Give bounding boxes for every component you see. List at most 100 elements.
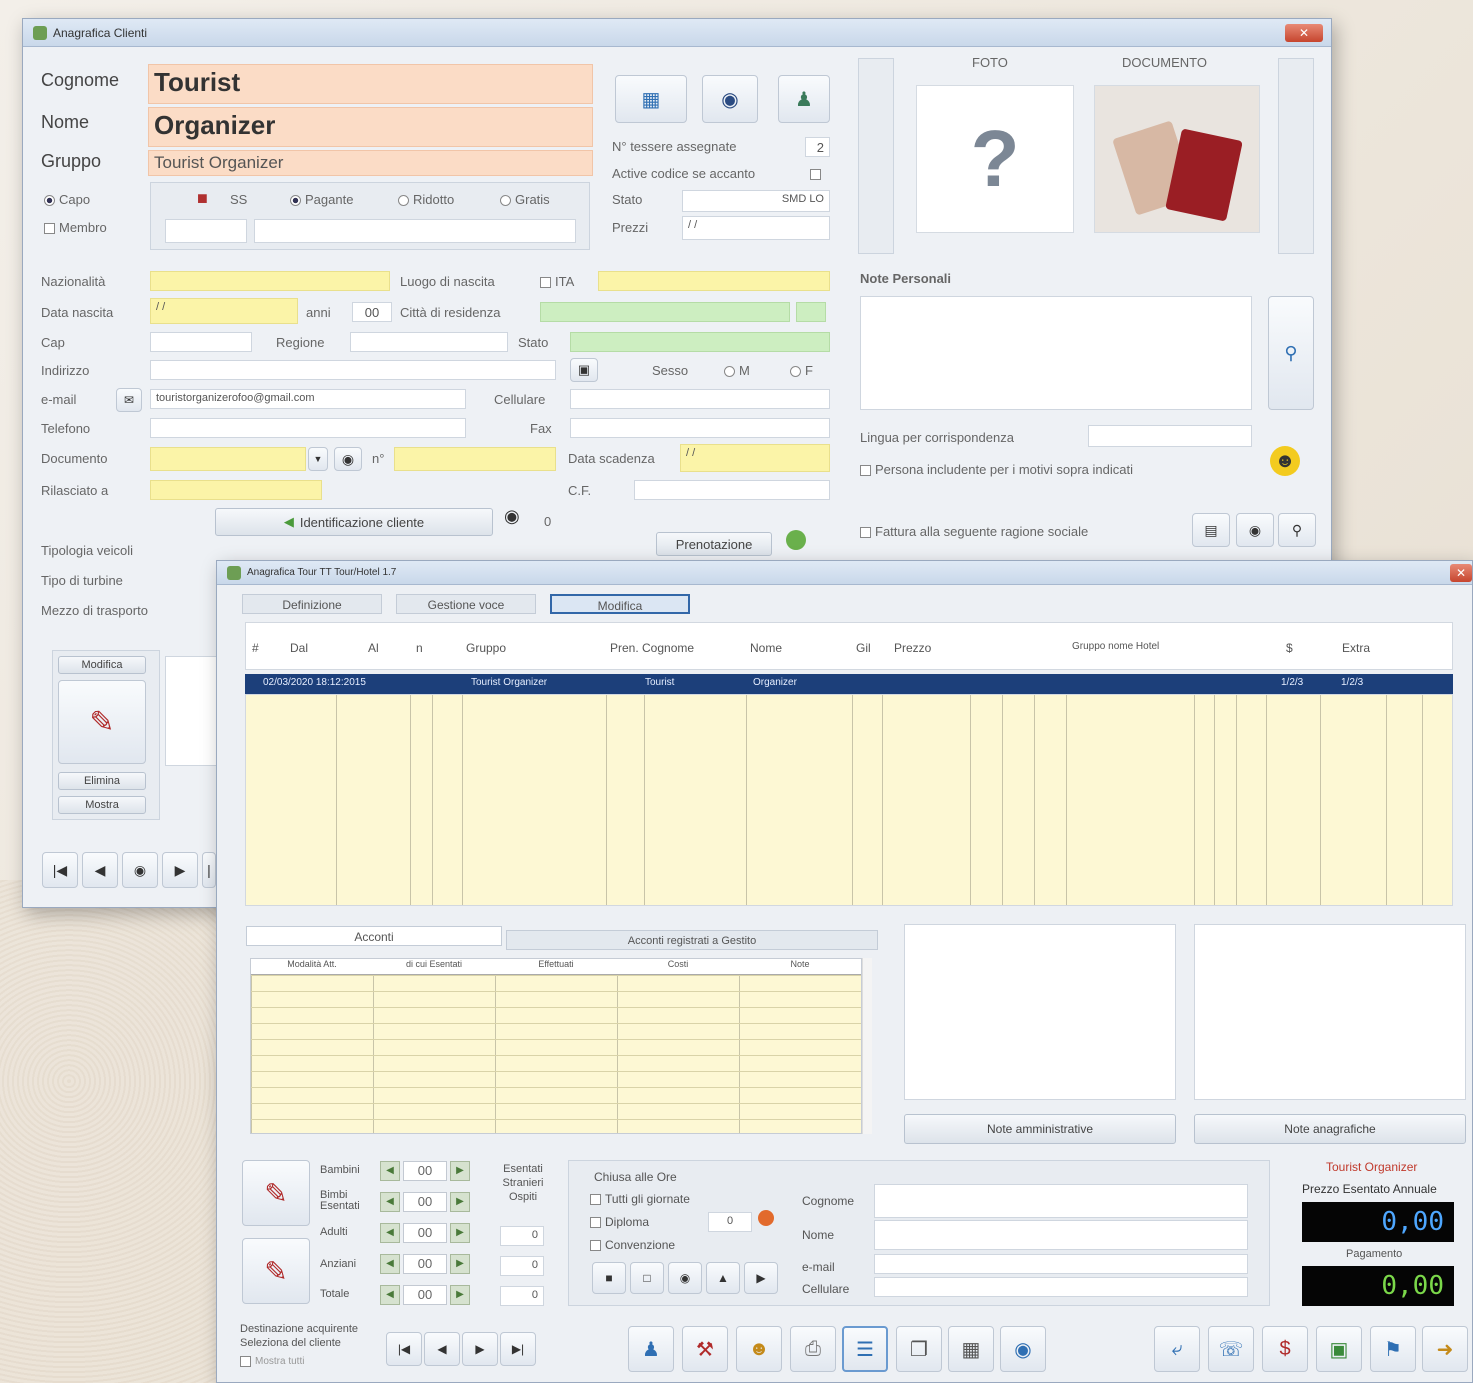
- opt-tool-4[interactable]: ▲: [706, 1262, 740, 1294]
- note-personali-textarea[interactable]: [860, 296, 1252, 410]
- eye-small-icon[interactable]: ◉: [504, 506, 520, 527]
- last-record-icon[interactable]: |: [202, 852, 216, 888]
- dropdown-arrow-icon[interactable]: ▼: [308, 447, 328, 471]
- note-amministrative-button[interactable]: Note amministrative: [904, 1114, 1176, 1144]
- side-value-1[interactable]: 0: [500, 1226, 544, 1246]
- modifica-button[interactable]: Modifica: [58, 656, 146, 674]
- tab-gestione[interactable]: Gestione voce: [396, 594, 536, 614]
- ita-checkbox[interactable]: ITA: [540, 274, 574, 289]
- find-record-icon[interactable]: ◉: [122, 852, 158, 888]
- close-button[interactable]: ✕: [1285, 24, 1323, 42]
- photo-placeholder-icon[interactable]: ?: [916, 85, 1074, 233]
- nazionalita-field[interactable]: [150, 271, 390, 291]
- contact-nome-field[interactable]: [874, 1220, 1248, 1250]
- signature-icon-1[interactable]: ✎: [242, 1160, 310, 1226]
- toolbar-users-icon[interactable]: ♟: [628, 1326, 674, 1372]
- col-index[interactable]: #: [252, 641, 259, 655]
- fax-field[interactable]: [570, 418, 830, 438]
- sesso-f-radio[interactable]: F: [790, 363, 813, 378]
- trattamenti-field[interactable]: [165, 656, 220, 766]
- col-gil[interactable]: Gil: [856, 641, 871, 655]
- note-anagrafiche-area[interactable]: [1194, 924, 1466, 1100]
- gratis-option[interactable]: Gratis: [500, 192, 550, 207]
- cf-field[interactable]: [634, 480, 830, 500]
- gruppo-field[interactable]: Tourist Organizer: [148, 150, 593, 176]
- telefono-field[interactable]: [150, 418, 466, 438]
- contact-cognome-field[interactable]: [874, 1184, 1248, 1218]
- identificazione-button[interactable]: ◀ Identificazione cliente: [215, 508, 493, 536]
- users-icon[interactable]: ♟: [778, 75, 830, 123]
- n-tessere-field[interactable]: 2: [805, 137, 830, 157]
- toolbar-tools-icon[interactable]: ⚒: [682, 1326, 728, 1372]
- cognome-field[interactable]: Tourist: [148, 64, 593, 104]
- toolbar-cash-icon[interactable]: ▣: [1316, 1326, 1362, 1372]
- col-gruppo-hotel[interactable]: Gruppo nome Hotel: [1072, 641, 1159, 652]
- cellulare-field[interactable]: [570, 389, 830, 409]
- toolbar-money-icon[interactable]: $: [1262, 1326, 1308, 1372]
- refresh-icon[interactable]: [758, 1210, 774, 1226]
- signature-icon-2[interactable]: ✎: [242, 1238, 310, 1304]
- contact-cellulare-field[interactable]: [874, 1277, 1248, 1297]
- binoculars-icon[interactable]: ◉: [334, 447, 362, 471]
- tab-definizione[interactable]: Definizione: [242, 594, 382, 614]
- opt-check-2[interactable]: Diploma: [590, 1215, 649, 1229]
- luogo-nascita-field[interactable]: [598, 271, 830, 291]
- data-nascita-field[interactable]: / /: [150, 298, 298, 324]
- radio-capo[interactable]: Capo: [44, 192, 90, 207]
- note-amministrative-area[interactable]: [904, 924, 1176, 1100]
- go-icon[interactable]: [786, 530, 806, 550]
- binoculars-invoice-icon[interactable]: ◉: [1236, 513, 1274, 547]
- fattura-checkbox[interactable]: Fattura alla seguente ragione sociale: [860, 524, 1088, 539]
- tour-close-button[interactable]: ✕: [1450, 564, 1472, 582]
- table-row-selected[interactable]: 02/03/2020 18:12:2015 Tourist Organizer …: [245, 674, 1453, 694]
- active-checkbox[interactable]: [810, 166, 825, 184]
- indirizzo-field[interactable]: [150, 360, 556, 380]
- toolbar-list-icon[interactable]: ☰: [842, 1326, 888, 1372]
- opt-check-1[interactable]: Tutti gli giornate: [590, 1192, 690, 1206]
- toolbar-print-icon[interactable]: ⎙: [790, 1326, 836, 1372]
- opt-check-3[interactable]: Convenzione: [590, 1238, 675, 1252]
- toolbar-return-icon[interactable]: ⤶: [1154, 1326, 1200, 1372]
- footer-last-icon[interactable]: ▶|: [500, 1332, 536, 1366]
- map-icon[interactable]: ▣: [570, 358, 598, 382]
- tab-acconti-registrati[interactable]: Acconti registrati a Gestito: [506, 930, 878, 950]
- footer-check[interactable]: Mostra tutti: [240, 1356, 304, 1367]
- signature-icon[interactable]: ✎: [58, 680, 146, 764]
- prezzi-date-field[interactable]: / /: [682, 216, 830, 240]
- elimina-button[interactable]: Elimina: [58, 772, 146, 790]
- card-reader-icon[interactable]: ▦: [615, 75, 687, 123]
- opt-tool-1[interactable]: ■: [592, 1262, 626, 1294]
- prenotazione-button[interactable]: Prenotazione: [656, 532, 772, 556]
- acconti-scrollbar[interactable]: [862, 958, 872, 1134]
- toolbar-exit-icon[interactable]: ➜: [1422, 1326, 1468, 1372]
- invoice-icon[interactable]: ▤: [1192, 513, 1230, 547]
- persona-checkbox[interactable]: Persona includente per i motivi sopra in…: [860, 462, 1133, 477]
- citta-field[interactable]: [540, 302, 790, 322]
- tab-acconti[interactable]: Acconti: [246, 926, 502, 946]
- zoom-icon[interactable]: ⚲: [1278, 513, 1316, 547]
- stato-field[interactable]: [570, 332, 830, 352]
- cap-field[interactable]: [150, 332, 252, 352]
- col-gruppo[interactable]: Gruppo: [466, 641, 506, 655]
- group-desc-field[interactable]: [254, 219, 576, 243]
- toolbar-flag-icon[interactable]: ⚑: [1370, 1326, 1416, 1372]
- regione-field[interactable]: [350, 332, 508, 352]
- rilasciato-field[interactable]: [150, 480, 322, 500]
- col-dal[interactable]: Dal: [290, 641, 308, 655]
- citta-extra-field[interactable]: [796, 302, 826, 322]
- sesso-m-radio[interactable]: M: [724, 363, 750, 378]
- footer-prev-icon[interactable]: ◀: [424, 1332, 460, 1366]
- counter-stepper-4[interactable]: ◀ 00 ▶: [380, 1253, 470, 1275]
- acconti-grid[interactable]: Modalità Att. di cui Esentati Effettuati…: [250, 958, 862, 1134]
- radio-membro[interactable]: Membro: [44, 220, 107, 235]
- smiley-icon[interactable]: ☻: [1270, 446, 1300, 476]
- group-code-dropdown[interactable]: [165, 219, 247, 243]
- footer-next-icon[interactable]: ▶: [462, 1332, 498, 1366]
- counter-stepper-2[interactable]: ◀ 00 ▶: [380, 1191, 470, 1213]
- counter-stepper-1[interactable]: ◀ 00 ▶: [380, 1160, 470, 1182]
- col-extra[interactable]: Extra: [1342, 641, 1370, 655]
- email-field[interactable]: touristorganizerofoo@gmail.com: [150, 389, 466, 409]
- opt-tool-2[interactable]: □: [630, 1262, 664, 1294]
- counter-stepper-3[interactable]: ◀ 00 ▶: [380, 1222, 470, 1244]
- search-icon[interactable]: ⚲: [1268, 296, 1314, 410]
